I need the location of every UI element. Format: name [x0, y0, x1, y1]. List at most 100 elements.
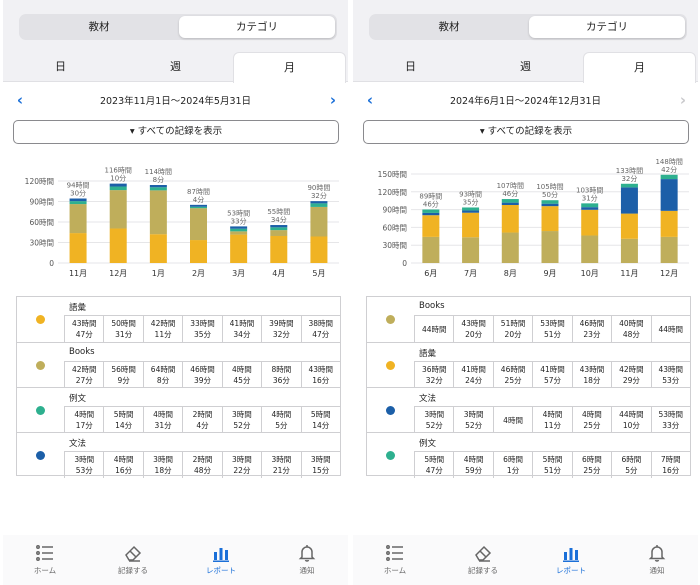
bar-segment-0[interactable] [541, 231, 559, 263]
time-cell: 56時間 9分 [103, 362, 142, 388]
bar-segment-2[interactable] [190, 206, 207, 209]
bar-segment-0[interactable] [109, 228, 127, 263]
bar-segment-1[interactable] [230, 231, 248, 235]
nav-notify[interactable]: 通知 [277, 543, 337, 576]
bar-segment-0[interactable] [581, 235, 599, 263]
bar-segment-2[interactable] [109, 186, 127, 191]
nav-record[interactable]: 記録する [103, 543, 163, 576]
segment-materials-button[interactable]: 教材 [371, 16, 527, 38]
bar-segment-3[interactable] [109, 183, 127, 187]
category-row[interactable]: 語彙 43時間 47分 50時間 31分 42時間 11分 33時間 35分 41時間 3… [17, 297, 340, 342]
bar-segment-0[interactable] [422, 236, 440, 263]
nav-report[interactable]: レポート [191, 543, 251, 576]
bar-segment-1[interactable] [270, 230, 288, 236]
next-period-arrow-icon[interactable]: › [323, 90, 343, 110]
bar-segment-0[interactable] [462, 237, 480, 263]
bar-segment-3[interactable] [422, 209, 440, 213]
bar-segment-2[interactable] [501, 202, 519, 206]
bar-segment-2[interactable] [149, 187, 167, 191]
bar-segment-2[interactable] [581, 207, 599, 210]
bar-segment-1[interactable] [109, 190, 127, 229]
date-range-label: 2023年11月1日～2024年5月31日 [99, 96, 252, 107]
tab-day[interactable]: 日 [353, 52, 468, 82]
tab-day[interactable]: 日 [3, 52, 118, 82]
bar-segment-3[interactable] [69, 198, 87, 202]
time-cell: 3時間 52分 [414, 407, 453, 433]
bar-segment-1[interactable] [310, 206, 328, 237]
x-tick-label: 6月 [424, 269, 437, 278]
category-row[interactable]: 例文 4時間 17分 5時間 14分 4時間 31分 2時間 4分 3時間 52分 4時間 … [17, 387, 340, 433]
tab-month[interactable]: 月 [583, 52, 696, 83]
segment-category-button[interactable]: カテゴリ [179, 16, 335, 38]
bar-segment-0[interactable] [190, 240, 207, 263]
segment-materials-button[interactable]: 教材 [21, 16, 177, 38]
bar-segment-3[interactable] [230, 226, 248, 229]
bar-segment-1[interactable] [422, 215, 440, 237]
bar-segment-0[interactable] [149, 234, 167, 263]
time-cell: 2時間 48分 [182, 452, 221, 478]
bar-segment-2[interactable] [620, 187, 638, 214]
bar-segment-1[interactable] [501, 205, 519, 233]
category-row[interactable]: Books 42時間 27分 56時間 9分 64時間 8分 46時間 39分 4時間 4… [17, 342, 340, 388]
tab-week[interactable]: 週 [118, 52, 233, 82]
category-cells: 42時間 27分 56時間 9分 64時間 8分 46時間 39分 4時間 45分 8時間… [64, 361, 340, 388]
bar-segment-1[interactable] [462, 212, 480, 238]
bar-segment-2[interactable] [422, 212, 440, 216]
bar-segment-2[interactable] [310, 203, 328, 207]
bar-segment-3[interactable] [501, 199, 519, 203]
next-period-arrow-icon[interactable]: › [673, 90, 693, 110]
tab-month[interactable]: 月 [233, 52, 346, 83]
report-screen-right: 教材 カテゴリ 日 週 月 ‹ 2024年6月1日～2024年12月31日 › … [353, 0, 698, 585]
bar-segment-3[interactable] [462, 207, 480, 211]
bar-segment-3[interactable] [660, 174, 678, 180]
bar-segment-2[interactable] [541, 203, 559, 207]
category-row[interactable]: 文法 3時間 53分 4時間 16分 3時間 18分 2時間 48分 3時間 22分 3時間… [17, 432, 340, 478]
bar-segment-2[interactable] [230, 228, 248, 232]
bar-segment-0[interactable] [270, 235, 288, 263]
category-row[interactable]: 文法 3時間 52分 3時間 52分 4時間 4時間 11分 4時間 25分 44時間 10… [367, 387, 690, 433]
bar-segment-1[interactable] [581, 209, 599, 236]
show-all-records-button[interactable]: ▾ すべての記録を表示 [13, 120, 339, 144]
bar-segment-0[interactable] [501, 232, 519, 263]
category-row[interactable]: Books 44時間 43時間 20分 51時間 20分 53時間 51分 46時間 23… [367, 297, 690, 342]
show-all-records-button[interactable]: ▾ すべての記録を表示 [363, 120, 689, 144]
time-cell: 4時間 25分 [571, 407, 611, 433]
x-tick-label: 2月 [192, 269, 205, 278]
nav-home-label: ホーム [33, 566, 57, 575]
category-row[interactable]: 語彙 36時間 32分 41時間 24分 46時間 25分 41時間 57分 43時間 1… [367, 342, 690, 388]
bar-segment-3[interactable] [310, 201, 328, 204]
category-row[interactable]: 例文 5時間 47分 4時間 59分 6時間 1分 5時間 51分 6時間 25分 6時間 … [367, 432, 690, 478]
bar-segment-1[interactable] [149, 190, 167, 235]
bar-segment-1[interactable] [541, 206, 559, 232]
nav-record[interactable]: 記録する [453, 543, 513, 576]
bar-segment-0[interactable] [310, 236, 328, 263]
bar-segment-3[interactable] [149, 185, 167, 188]
bar-segment-1[interactable] [69, 204, 87, 234]
bar-segment-1[interactable] [620, 213, 638, 239]
bar-segment-3[interactable] [620, 183, 638, 188]
time-cell: 5時間 14分 [103, 407, 142, 433]
bar-segment-1[interactable] [660, 210, 678, 237]
bar-segment-2[interactable] [69, 201, 87, 205]
bar-segment-1[interactable] [190, 208, 207, 241]
bar-total-minutes: 4分 [193, 195, 204, 204]
nav-notify[interactable]: 通知 [627, 543, 687, 576]
bar-segment-0[interactable] [69, 233, 87, 263]
bar-segment-3[interactable] [541, 200, 559, 204]
bar-segment-2[interactable] [660, 179, 678, 211]
nav-home[interactable]: ホーム [15, 543, 75, 576]
bar-segment-2[interactable] [270, 227, 288, 231]
bell-icon [298, 545, 316, 562]
bar-segment-0[interactable] [660, 236, 678, 263]
bar-segment-0[interactable] [230, 234, 248, 263]
tab-week[interactable]: 週 [468, 52, 583, 82]
bar-segment-0[interactable] [620, 238, 638, 263]
bar-total-hours: 93時間 [459, 190, 482, 198]
bar-segment-3[interactable] [270, 225, 288, 228]
nav-home[interactable]: ホーム [365, 543, 425, 576]
bar-segment-2[interactable] [462, 210, 480, 213]
segment-category-button[interactable]: カテゴリ [529, 16, 685, 38]
bar-segment-3[interactable] [190, 204, 207, 207]
bar-segment-3[interactable] [581, 203, 599, 208]
nav-report[interactable]: レポート [541, 543, 601, 576]
